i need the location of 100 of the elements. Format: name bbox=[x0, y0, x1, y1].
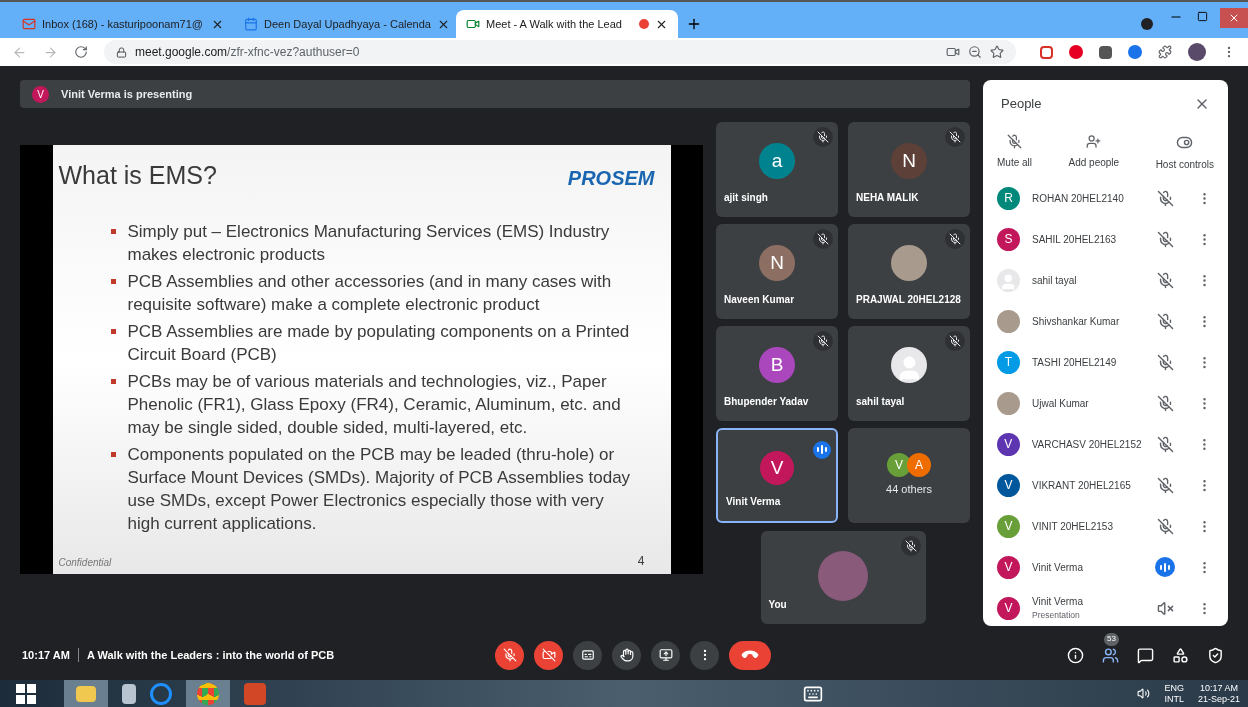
captions-icon bbox=[580, 648, 595, 662]
others-count: 44 others bbox=[886, 482, 932, 498]
url-text: meet.google.com/zfr-xfnc-vez?authuser=0 bbox=[135, 44, 360, 61]
participant-name: NEHA MALIK bbox=[856, 191, 919, 205]
camera-icon bbox=[466, 17, 480, 31]
avatar: a bbox=[759, 143, 795, 179]
participant-tile[interactable]: N NEHA MALIK bbox=[848, 122, 970, 217]
meeting-time: 10:17 AM bbox=[22, 647, 70, 663]
address-field[interactable]: meet.google.com/zfr-xfnc-vez?authuser=0 bbox=[104, 40, 1016, 64]
chat-icon[interactable] bbox=[1137, 646, 1154, 664]
participant-name: VARCHASV 20HEL2152 bbox=[1031, 437, 1142, 452]
participant-name: sahil tayal bbox=[1032, 273, 1078, 288]
bullet-text: Components populated on the PCB may be leaded (thru-hole) or Surface Mount Devices (SMDs). Majority of PCB Assemblies today use SMDs, except Power Electronics especially those with very high current applications. bbox=[127, 444, 632, 535]
participant-name: Bhupender Yadav bbox=[724, 395, 809, 409]
zoom-out-icon[interactable] bbox=[968, 45, 982, 59]
avatar: T bbox=[997, 350, 1020, 374]
browser-tab[interactable]: Inbox (168) - kasturipoonam71@ bbox=[12, 10, 234, 38]
bullet-icon bbox=[110, 329, 116, 334]
new-tab-icon[interactable] bbox=[686, 16, 702, 32]
bullet-icon bbox=[110, 229, 116, 234]
avatar: V bbox=[997, 473, 1020, 497]
end-call-button[interactable] bbox=[729, 640, 771, 670]
participant-name: SAHIL 20HEL2163 bbox=[1032, 232, 1118, 247]
participant-tile[interactable]: sahil tayal bbox=[848, 326, 970, 421]
layout-text[interactable]: INTL bbox=[1164, 693, 1184, 705]
browser-tab[interactable]: Meet - A Walk with the Lead bbox=[456, 10, 678, 38]
camera-button[interactable] bbox=[534, 640, 563, 670]
panel-action-button[interactable]: Host controls bbox=[1149, 133, 1220, 172]
participant-row[interactable]: V Vinit Verma Presentation bbox=[997, 587, 1212, 626]
participant-row[interactable]: sahil tayal bbox=[997, 259, 1212, 301]
reload-icon[interactable] bbox=[74, 45, 88, 59]
photo-placeholder bbox=[997, 391, 1020, 415]
tab-title: Deen Dayal Upadhyaya - Calenda bbox=[264, 16, 431, 32]
participant-name: Vinit Verma bbox=[1032, 595, 1084, 610]
add-person-icon bbox=[1086, 133, 1102, 149]
bullet-text: PCB Assemblies and other accessories (and in many cases with requisite software) make a complete electronic product bbox=[127, 271, 613, 316]
activities-icon[interactable] bbox=[1172, 646, 1189, 664]
clock-date[interactable]: 21-Sep-21 bbox=[1197, 693, 1240, 705]
panel-action-button[interactable]: Mute all bbox=[991, 133, 1038, 172]
mic-off-icon bbox=[502, 648, 517, 662]
captions-button[interactable] bbox=[573, 640, 602, 670]
participant-row[interactable]: T TASHI 20HEL2149 bbox=[997, 341, 1212, 383]
host-controls-icon[interactable] bbox=[1207, 646, 1224, 664]
volume-icon[interactable] bbox=[1137, 687, 1151, 700]
present-button[interactable] bbox=[651, 640, 680, 670]
avatar-silhouette-icon bbox=[891, 347, 927, 383]
avatar: V bbox=[997, 555, 1020, 579]
browser-tab[interactable]: Deen Dayal Upadhyaya - Calenda bbox=[234, 10, 456, 38]
camera-off-icon bbox=[541, 648, 556, 662]
participant-name: Ujwal Kumar bbox=[1032, 396, 1090, 411]
self-tile[interactable]: You bbox=[760, 531, 926, 624]
language-text[interactable]: ENG bbox=[1164, 682, 1184, 694]
participant-tile[interactable]: a ajit singh bbox=[716, 122, 838, 217]
participant-row[interactable]: R ROHAN 20HEL2140 bbox=[997, 177, 1212, 219]
microphone-button[interactable] bbox=[495, 640, 524, 670]
participant-tile[interactable]: PRAJWAL 20HEL2128 bbox=[848, 224, 970, 319]
avatar: V bbox=[997, 596, 1020, 620]
participant-tile[interactable]: N Naveen Kumar bbox=[716, 224, 838, 319]
participant-row[interactable]: V VINIT 20HEL2153 bbox=[997, 505, 1212, 547]
participant-tile[interactable]: B Bhupender Yadav bbox=[716, 326, 838, 421]
avatar: N bbox=[891, 143, 927, 179]
participant-name: VIKRANT 20HEL2165 bbox=[1032, 478, 1132, 493]
footer-text: Confidential bbox=[58, 555, 112, 570]
others-tile[interactable]: V A 44 others bbox=[848, 428, 970, 523]
photo-placeholder bbox=[891, 245, 927, 281]
avatar: S bbox=[997, 227, 1020, 251]
participant-tile[interactable]: V Vinit Verma bbox=[716, 428, 838, 523]
extensions-icon[interactable] bbox=[1158, 45, 1172, 59]
mic-off-icon bbox=[1007, 133, 1022, 149]
camera-icon[interactable] bbox=[946, 45, 960, 59]
slide-title: What is EMS? bbox=[58, 159, 217, 191]
participant-row[interactable]: Ujwal Kumar bbox=[997, 382, 1212, 424]
avatar: V bbox=[997, 432, 1020, 456]
participant-row[interactable]: S SAHIL 20HEL2163 bbox=[997, 218, 1212, 260]
photo-placeholder bbox=[818, 551, 868, 601]
present-screen-icon bbox=[658, 648, 673, 662]
bookmark-star-icon[interactable] bbox=[990, 45, 1004, 59]
close-window-button[interactable] bbox=[1220, 8, 1248, 28]
restore-icon[interactable] bbox=[1197, 11, 1208, 22]
participant-row[interactable]: V Vinit Verma bbox=[997, 546, 1212, 588]
start-button[interactable] bbox=[16, 683, 36, 704]
profile-photo-placeholder[interactable] bbox=[1188, 43, 1206, 61]
participant-row[interactable]: V VIKRANT 20HEL2165 bbox=[997, 464, 1212, 506]
panel-action-button[interactable]: Add people bbox=[1062, 133, 1126, 172]
count-badge: 53 bbox=[1104, 632, 1119, 646]
participant-name: PRAJWAL 20HEL2128 bbox=[856, 293, 961, 307]
participant-name: TASHI 20HEL2149 bbox=[1032, 355, 1118, 370]
clock-time[interactable]: 10:17 AM bbox=[1199, 682, 1238, 694]
participant-subtitle: Presentation bbox=[1032, 609, 1081, 622]
avatar: A bbox=[907, 453, 931, 478]
bullet-icon bbox=[110, 279, 116, 284]
bullet-icon bbox=[110, 379, 116, 384]
participant-row[interactable]: V VARCHASV 20HEL2152 bbox=[997, 423, 1212, 465]
people-icon[interactable] bbox=[1102, 646, 1119, 664]
raise-hand-button[interactable] bbox=[612, 640, 641, 670]
participant-name: ajit singh bbox=[724, 191, 768, 205]
participant-name: Naveen Kumar bbox=[724, 293, 795, 307]
participant-row[interactable]: Shivshankar Kumar bbox=[997, 300, 1212, 342]
calendar-icon bbox=[244, 17, 258, 31]
info-icon[interactable] bbox=[1067, 646, 1084, 664]
